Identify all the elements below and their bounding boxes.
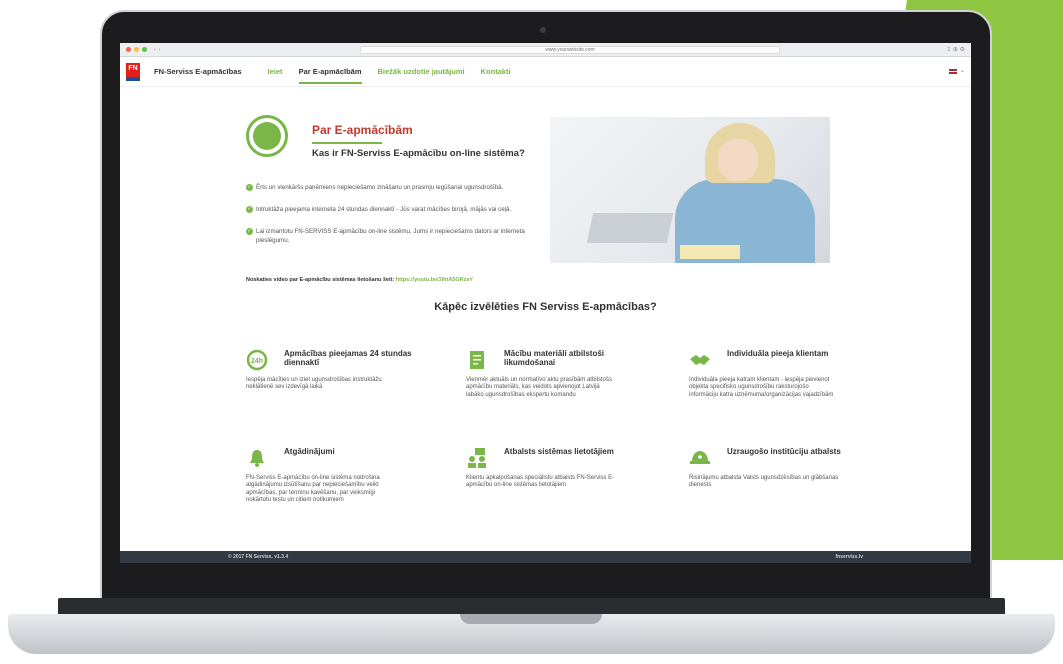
feature-title: Atgādinājumi <box>284 447 335 456</box>
site-footer: © 2017 FN Serviss. v1.3.4 fnserviss.lv <box>120 551 971 563</box>
document-icon <box>470 351 484 369</box>
feature-desc: Klientu apkalpošanas speciālistu atbalst… <box>466 475 615 489</box>
feature-desc: Individuāla pieeja katram klientam - ies… <box>689 377 834 398</box>
clock-24h-icon: 24h <box>246 349 268 371</box>
feature-title: Individuāla pieeja klientam <box>727 349 829 358</box>
latvian-flag-icon[interactable] <box>949 69 957 74</box>
handshake-icon <box>690 355 710 365</box>
svg-text:24h: 24h <box>251 358 263 365</box>
feature-desc: Risinājumu atbalsta Valsts ugunsdzēsības… <box>689 475 839 489</box>
feature-desc: Vienmēr aktuāls un normatīvo aktu prasīb… <box>466 377 612 398</box>
video-line: Noskaties video par E-apmācību sistēmas … <box>246 277 473 283</box>
laptop-base <box>0 598 1063 664</box>
close-window-icon[interactable] <box>126 47 131 52</box>
feature-title: Mācību materiāli atbilstoši likumdošanai <box>504 349 605 367</box>
maximize-window-icon[interactable] <box>142 47 147 52</box>
nav-link-about[interactable]: Par E-apmācībām <box>298 67 362 84</box>
title-underline <box>312 142 382 144</box>
why-title: Kāpēc izvēlēties FN Serviss E-apmācības? <box>434 301 657 313</box>
laptop-screen: ‹ › www.yourwebsite.com ⇪ ⊕ ⚙ FN FN-Serv… <box>120 43 971 563</box>
list-item: ✓ Intruktāža pieejama interneta 24 stund… <box>246 205 546 214</box>
forward-icon[interactable]: › <box>159 47 161 53</box>
graduation-cap-icon <box>246 115 288 157</box>
feature-desc: Iespēja mācīties un iziet ugunsdrošības … <box>246 377 382 391</box>
video-label: Noskaties video par E-apmācību sistēmas … <box>246 277 395 283</box>
trackpad-notch <box>460 614 602 624</box>
check-icon: ✓ <box>246 206 253 213</box>
bell-icon <box>250 450 264 467</box>
brand-name[interactable]: FN-Serviss E-apmācības <box>154 67 242 76</box>
about-subtitle: Kas ir FN-Serviss E-apmācību on-line sis… <box>312 148 525 159</box>
webcam <box>540 27 546 33</box>
nav-link-contacts[interactable]: Kontakti <box>481 67 511 76</box>
check-icon: ✓ <box>246 184 253 191</box>
browser-toolbar: ‹ › www.yourwebsite.com ⇪ ⊕ ⚙ <box>120 43 971 57</box>
minimize-window-icon[interactable] <box>134 47 139 52</box>
helmet-icon <box>690 451 710 464</box>
feature-title: Uzraugošo institūciju atbalsts <box>727 447 841 456</box>
feature-title: Atbalsts sistēmas lietotājiem <box>504 447 614 456</box>
footer-copyright: © 2017 FN Serviss. v1.3.4 <box>228 554 289 560</box>
back-icon[interactable]: ‹ <box>154 47 156 53</box>
bullet-text: Intruktāža pieejama interneta 24 stundas… <box>256 206 512 213</box>
chevron-down-icon[interactable]: ⌄ <box>960 67 965 74</box>
feature-desc: FN-Serviss E-apmācību on-line sistēma no… <box>246 475 380 503</box>
video-link[interactable]: https://youtu.be/3lhtA5GRzsY <box>396 277 473 283</box>
support-icon <box>468 448 486 468</box>
hero-photo <box>550 117 830 263</box>
address-bar[interactable]: www.yourwebsite.com <box>360 46 780 54</box>
check-icon: ✓ <box>246 228 253 235</box>
list-item: ✓ Ērts un vienkāršs paņēmiens nepiecieša… <box>246 183 546 192</box>
feature-title: Apmācības pieejamas 24 stundas diennaktī <box>284 349 412 367</box>
list-item: ✓ Lai izmantotu FN-SERVISS E-apmācību on… <box>246 227 541 245</box>
fn-logo[interactable]: FN <box>126 62 140 81</box>
bullet-text: Lai izmantotu FN-SERVISS E-apmācību on-l… <box>256 228 525 244</box>
browser-actions-icon[interactable]: ⇪ ⊕ ⚙ <box>946 46 965 53</box>
bullet-text: Ērts un vienkāršs paņēmiens nepieciešamo… <box>256 184 504 191</box>
nav-link-login[interactable]: Ieiet <box>268 67 283 76</box>
nav-link-faq[interactable]: Biežāk uzdotie jautājumi <box>378 67 465 76</box>
about-title: Par E-apmācībām <box>312 123 413 137</box>
footer-link[interactable]: fnserviss.lv <box>835 554 863 560</box>
site-navbar: FN FN-Serviss E-apmācības Ieiet Par E-ap… <box>120 57 971 87</box>
